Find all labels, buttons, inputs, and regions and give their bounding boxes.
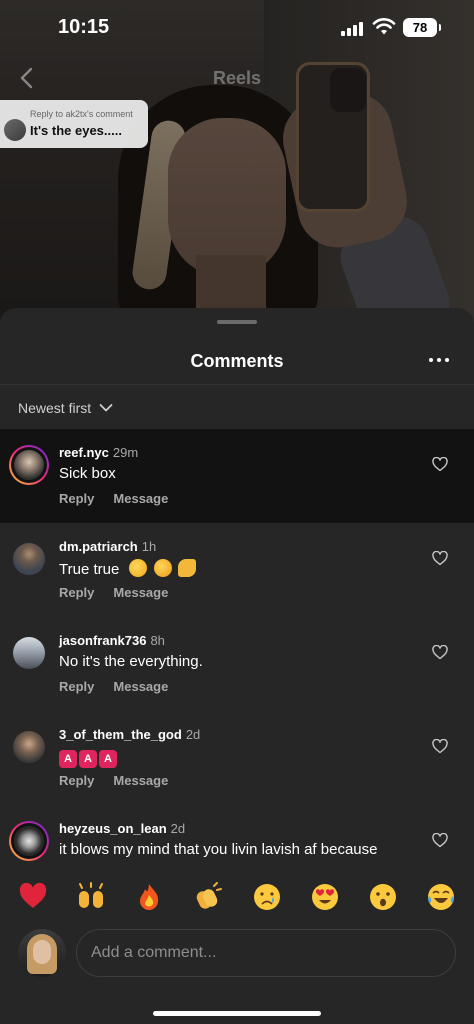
comment-actions: Reply Message bbox=[59, 773, 168, 788]
more-options-icon[interactable] bbox=[424, 348, 454, 372]
comment-row: dm.patriarch 1h True true Reply Message bbox=[0, 523, 474, 617]
reply-sticker-caption: Reply to ak2tx's comment bbox=[30, 109, 133, 119]
message-button[interactable]: Message bbox=[113, 491, 168, 506]
comment-header: dm.patriarch 1h bbox=[59, 539, 156, 554]
comment-username[interactable]: dm.patriarch bbox=[59, 539, 138, 554]
comment-actions: Reply Message bbox=[59, 491, 168, 506]
status-time: 10:15 bbox=[58, 16, 110, 38]
letter-a-emoji-chip: A bbox=[59, 750, 77, 768]
wifi-icon bbox=[372, 18, 396, 35]
home-indicator[interactable] bbox=[153, 1011, 321, 1016]
commenter-avatar[interactable] bbox=[9, 539, 49, 579]
reply-sticker[interactable]: Reply to ak2tx's comment It's the eyes..… bbox=[0, 100, 148, 148]
raising-hands-icon[interactable] bbox=[76, 882, 106, 912]
grinning-sweat-emoji-icon bbox=[129, 559, 148, 577]
cellular-signal-icon bbox=[341, 22, 365, 36]
battery-icon: 78 bbox=[403, 18, 441, 37]
comment-actions: Reply Message bbox=[59, 585, 168, 600]
comment-text: True true bbox=[59, 559, 196, 578]
fire-icon[interactable] bbox=[134, 882, 164, 912]
comment-text: No it's the everything. bbox=[59, 653, 203, 670]
letter-a-emoji-chip: A bbox=[99, 750, 117, 768]
comment-row: reef.nyc 29m Sick box Reply Message bbox=[0, 429, 474, 523]
like-heart-icon[interactable] bbox=[432, 457, 448, 472]
sheet-title: Comments bbox=[190, 351, 284, 371]
commenter-avatar[interactable] bbox=[9, 821, 49, 861]
commenter-avatar[interactable] bbox=[9, 445, 49, 485]
comment-time: 1h bbox=[141, 539, 157, 554]
message-button[interactable]: Message bbox=[113, 585, 168, 600]
comments-sheet: Comments Newest first reef.nyc 29m Sick b… bbox=[0, 308, 474, 1024]
commenter-avatar[interactable] bbox=[9, 727, 49, 767]
surprised-face-icon[interactable] bbox=[368, 882, 398, 912]
letter-a-emoji-chip: A bbox=[79, 750, 97, 768]
like-heart-icon[interactable] bbox=[432, 739, 448, 754]
chevron-down-icon bbox=[99, 404, 113, 412]
my-avatar bbox=[18, 929, 66, 977]
comment-text: Sick box bbox=[59, 465, 116, 482]
comment-username[interactable]: 3_of_them_the_god bbox=[59, 727, 182, 742]
commenter-avatar[interactable] bbox=[9, 633, 49, 673]
message-button[interactable]: Message bbox=[113, 679, 168, 694]
sort-dropdown[interactable]: Newest first bbox=[18, 398, 113, 418]
comment-text: AAA bbox=[59, 747, 119, 768]
add-comment-input[interactable] bbox=[76, 929, 456, 977]
reply-sticker-text: It's the eyes..... bbox=[30, 123, 122, 138]
heart-eyes-face-icon[interactable] bbox=[310, 882, 340, 912]
quick-reaction-bar bbox=[0, 865, 474, 929]
comment-text: it blows my mind that you livin lavish a… bbox=[59, 841, 378, 858]
clapping-hands-icon[interactable] bbox=[192, 882, 222, 912]
comment-header: heyzeus_on_lean 2d bbox=[59, 821, 185, 836]
reply-sticker-avatar bbox=[4, 119, 26, 141]
comment-time: 8h bbox=[150, 633, 165, 648]
comment-time: 2d bbox=[185, 727, 201, 742]
reel-title: Reels bbox=[212, 68, 262, 88]
tears-of-joy-face-icon[interactable] bbox=[426, 882, 456, 912]
status-bar: 10:15 78 bbox=[0, 0, 474, 56]
comment-actions: Reply Message bbox=[59, 679, 168, 694]
crying-face-icon[interactable] bbox=[252, 882, 282, 912]
comment-username[interactable]: heyzeus_on_lean bbox=[59, 821, 167, 836]
comment-input-row bbox=[0, 929, 474, 989]
comment-header: jasonfrank736 8h bbox=[59, 633, 165, 648]
message-button[interactable]: Message bbox=[113, 773, 168, 788]
like-heart-icon[interactable] bbox=[432, 645, 448, 660]
header-divider bbox=[0, 384, 474, 385]
sort-label: Newest first bbox=[18, 400, 92, 416]
like-heart-icon[interactable] bbox=[432, 551, 448, 566]
comment-time: 2d bbox=[170, 821, 186, 836]
red-heart-icon[interactable] bbox=[18, 882, 48, 912]
reply-button[interactable]: Reply bbox=[59, 773, 94, 788]
comment-text-content: True true bbox=[59, 561, 120, 578]
comment-row: heyzeus_on_lean 2d it blows my mind that … bbox=[0, 805, 474, 865]
sheet-drag-handle[interactable] bbox=[217, 320, 257, 324]
comment-row: 3_of_them_the_god 2d AAA Reply Message bbox=[0, 711, 474, 805]
flexed-biceps-emoji-icon bbox=[177, 559, 196, 577]
comment-username[interactable]: jasonfrank736 bbox=[59, 633, 146, 648]
comment-time: 29m bbox=[112, 445, 139, 460]
reply-button[interactable]: Reply bbox=[59, 491, 94, 506]
comment-header: 3_of_them_the_god 2d bbox=[59, 727, 200, 742]
comment-row: jasonfrank736 8h No it's the everything. … bbox=[0, 617, 474, 711]
comment-username[interactable]: reef.nyc bbox=[59, 445, 109, 460]
reply-button[interactable]: Reply bbox=[59, 585, 94, 600]
like-heart-icon[interactable] bbox=[432, 833, 448, 848]
reply-button[interactable]: Reply bbox=[59, 679, 94, 694]
comments-list[interactable]: reef.nyc 29m Sick box Reply Message dm.pa… bbox=[0, 429, 474, 865]
comment-header: reef.nyc 29m bbox=[59, 445, 138, 460]
flushed-hands-emoji-icon bbox=[153, 559, 172, 577]
